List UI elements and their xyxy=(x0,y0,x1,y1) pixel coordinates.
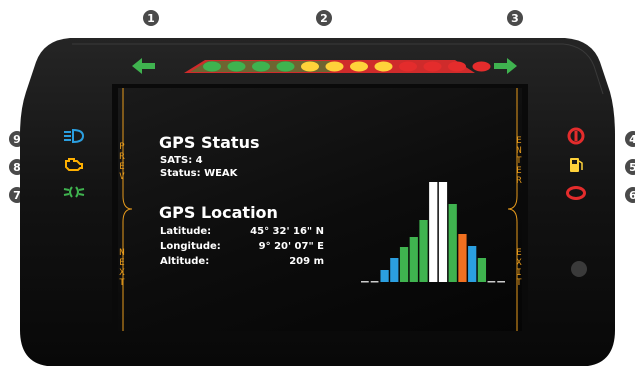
shift-light-9 xyxy=(399,61,417,72)
signal-bar-14 xyxy=(487,281,496,283)
parking-lights-icon xyxy=(63,186,85,198)
engine-check-icon xyxy=(65,158,83,171)
shift-light-11 xyxy=(448,61,466,72)
longitude-row: Longitude: 9° 20' 07" E xyxy=(160,241,324,254)
display-screen: P R E V N E X T E N T E R E X I T GPS St… xyxy=(118,88,522,331)
signal-bar-9 xyxy=(438,182,448,282)
gps-sats: SATS: 4 xyxy=(160,155,203,166)
prev-button[interactable]: P R E V xyxy=(118,142,127,182)
signal-bar-11 xyxy=(458,234,467,282)
altitude-row: Altitude: 209 m xyxy=(160,256,324,269)
signal-bar-10 xyxy=(448,204,457,282)
exit-button[interactable]: E X I T xyxy=(514,248,522,288)
latitude-label: Latitude: xyxy=(160,226,212,237)
signal-bar-4 xyxy=(390,258,399,282)
light-sensor xyxy=(571,261,587,277)
signal-bar-13 xyxy=(477,258,487,282)
gps-location-title: GPS Location xyxy=(159,203,278,222)
shift-light-8 xyxy=(374,61,393,72)
shift-light-12 xyxy=(472,61,491,72)
shift-light-7 xyxy=(350,61,368,72)
longitude-value: 9° 20' 07" E xyxy=(258,241,324,252)
gps-status-title: GPS Status xyxy=(159,133,260,152)
latitude-row: Latitude: 45° 32' 16" N xyxy=(160,226,324,239)
altitude-label: Altitude: xyxy=(160,256,210,267)
shift-light-6 xyxy=(325,61,344,72)
next-button[interactable]: N E X T xyxy=(118,248,127,288)
signal-bar-15 xyxy=(497,281,505,283)
shift-light-4 xyxy=(276,61,295,72)
signal-bar-6 xyxy=(409,237,418,282)
brake-warning-icon xyxy=(567,127,585,145)
headlight-icon xyxy=(64,128,85,144)
latitude-value: 45° 32' 16" N xyxy=(250,226,324,237)
shift-light-10 xyxy=(423,61,442,72)
signal-bar-2 xyxy=(370,281,379,283)
satellite-signal-chart xyxy=(361,182,505,283)
shift-light-3 xyxy=(252,61,270,72)
signal-bar-3 xyxy=(380,270,389,282)
signal-bar-8 xyxy=(429,182,438,282)
gps-signal-status: Status: WEAK xyxy=(160,168,238,179)
shift-light-5 xyxy=(301,61,319,72)
signal-bar-12 xyxy=(468,246,477,282)
oil-warning-icon xyxy=(566,186,586,200)
longitude-label: Longitude: xyxy=(160,241,221,252)
signal-bar-5 xyxy=(399,247,409,282)
altitude-value: 209 m xyxy=(289,256,324,267)
fuel-icon xyxy=(570,158,583,172)
shift-light-2 xyxy=(227,61,246,72)
signal-bar-1 xyxy=(361,281,369,283)
shift-light-1 xyxy=(203,61,221,72)
enter-button[interactable]: E N T E R xyxy=(514,136,522,186)
signal-bar-7 xyxy=(419,220,428,282)
